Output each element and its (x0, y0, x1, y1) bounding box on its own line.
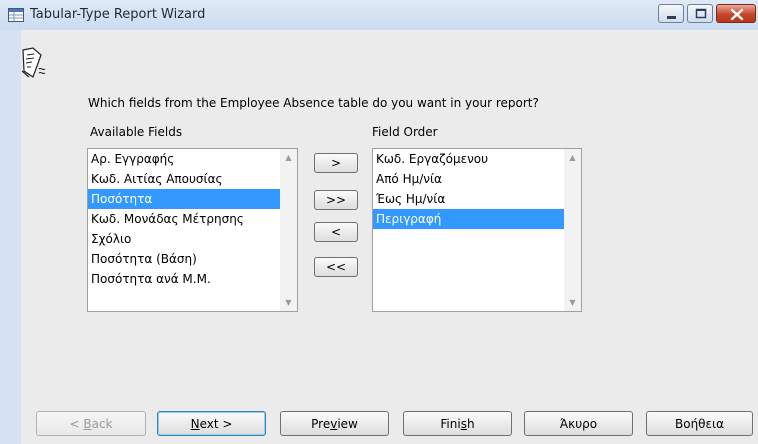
available-field-list-item[interactable]: Σχόλιο (88, 229, 297, 249)
help-button[interactable]: Βοήθεια (646, 411, 753, 436)
next-button[interactable]: Next > (157, 411, 266, 436)
finish-button[interactable]: Finish (403, 411, 512, 436)
wizard-window: Tabular-Type Report Wizard Which fields … (0, 0, 758, 444)
add-all-fields-button[interactable]: >> (314, 190, 358, 210)
available-field-list-item[interactable]: Κωδ. Μονάδας Μέτρησης (88, 209, 297, 229)
minimize-button[interactable] (658, 4, 684, 23)
scroll-down-icon[interactable]: ▼ (564, 294, 581, 311)
scroll-down-icon[interactable]: ▼ (280, 294, 297, 311)
available-field-list-item[interactable]: Ποσότητα (Βάση) (88, 249, 297, 269)
wizard-question: Which fields from the Employee Absence t… (88, 96, 539, 110)
available-fields-label: Available Fields (90, 125, 183, 139)
maximize-button[interactable] (687, 4, 713, 23)
available-field-list-item[interactable]: Ποσότητα (88, 189, 297, 209)
field-order-list[interactable]: Κωδ. Εργαζόμενου Από Ημ/νία Έως Ημ/νία Περι… (372, 148, 582, 312)
add-field-button[interactable]: > (314, 153, 358, 173)
close-button[interactable] (716, 4, 756, 23)
preview-button[interactable]: Preview (280, 411, 389, 436)
field-order-list-item[interactable]: Κωδ. Εργαζόμενου (373, 149, 581, 169)
field-order-list-item[interactable]: Έως Ημ/νία (373, 189, 581, 209)
title-bar[interactable]: Tabular-Type Report Wizard (0, 0, 758, 30)
available-fields-list[interactable]: Αρ. Εγγραφής Κωδ. Αιτίας Απουσίας Ποσότητα… (87, 148, 298, 312)
cancel-button[interactable]: Άκυρο (524, 411, 633, 436)
field-order-scrollbar[interactable]: ▲ ▼ (564, 149, 581, 311)
table-icon (8, 8, 24, 22)
available-fields-scrollbar[interactable]: ▲ ▼ (280, 149, 297, 311)
available-field-list-item[interactable]: Κωδ. Αιτίας Απουσίας (88, 169, 297, 189)
window-title: Tabular-Type Report Wizard (30, 7, 206, 22)
remove-field-button[interactable]: < (314, 222, 358, 242)
field-order-list-item[interactable]: Από Ημ/νία (373, 169, 581, 189)
field-order-label: Field Order (372, 125, 438, 139)
scroll-up-icon[interactable]: ▲ (564, 149, 581, 166)
wizard-scroll-icon (19, 47, 49, 84)
available-field-list-item[interactable]: Ποσότητα ανά Μ.Μ. (88, 269, 297, 289)
remove-all-fields-button[interactable]: << (314, 257, 358, 277)
scroll-up-icon[interactable]: ▲ (280, 149, 297, 166)
field-order-list-item[interactable]: Περιγραφή (373, 209, 581, 229)
available-field-list-item[interactable]: Αρ. Εγγραφής (88, 149, 297, 169)
back-button[interactable]: < Back (36, 411, 146, 436)
